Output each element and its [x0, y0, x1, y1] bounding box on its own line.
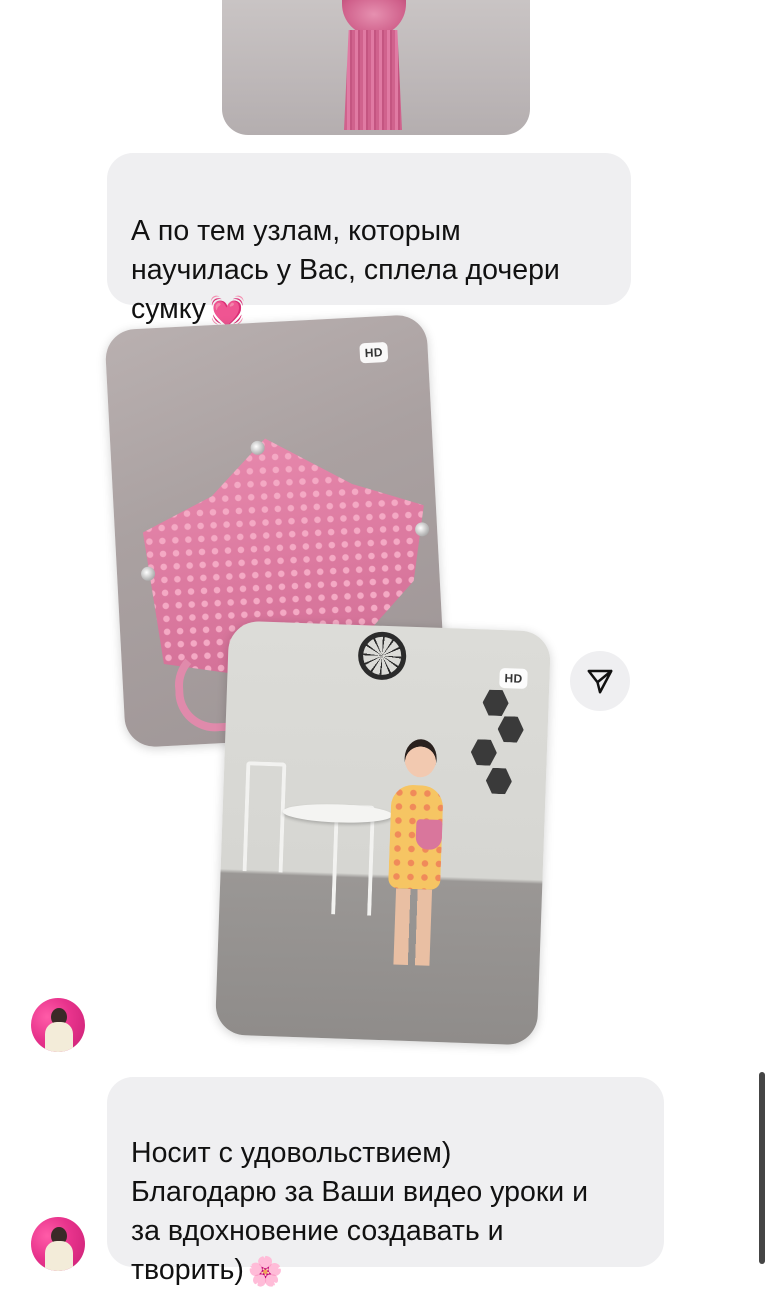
hexagon-mirror — [497, 716, 524, 743]
message-text: А по тем узлам, которым научилась у Вас,… — [131, 215, 560, 325]
message-bubble-incoming[interactable]: А по тем узлам, которым научилась у Вас,… — [107, 153, 631, 327]
scrollbar[interactable] — [759, 1072, 765, 1264]
blossom-emoji: 🌸 — [247, 1255, 284, 1288]
share-button[interactable] — [570, 651, 630, 711]
message-text: Носит с удовольствием) Благодарю за Ваши… — [131, 1137, 589, 1286]
hd-badge: HD — [499, 667, 528, 689]
paper-plane-icon — [587, 669, 613, 694]
photo-message-tassel[interactable] — [222, 0, 530, 135]
avatar-body — [45, 1241, 73, 1271]
wall-clock — [357, 631, 408, 681]
message-bubble-incoming[interactable]: Носит с удовольствием) Благодарю за Ваши… — [107, 1077, 664, 1288]
avatar[interactable] — [31, 998, 85, 1052]
hexagon-mirror — [482, 689, 509, 716]
girl-legs — [393, 888, 433, 966]
bag-snap — [414, 521, 430, 537]
hexagon-mirror — [470, 739, 497, 766]
girl-head — [403, 738, 438, 778]
chair — [242, 761, 287, 873]
hexagon-mirror — [485, 768, 512, 795]
avatar[interactable] — [31, 1217, 85, 1271]
girl-bag — [415, 819, 443, 851]
message-thread: А по тем узлам, которым научилась у Вас,… — [0, 0, 770, 1288]
dining-table — [282, 802, 393, 825]
hd-badge: HD — [359, 341, 389, 364]
avatar-body — [45, 1022, 73, 1052]
tassel-strands — [344, 30, 402, 130]
photo-message-girl[interactable]: HD — [214, 620, 552, 1046]
